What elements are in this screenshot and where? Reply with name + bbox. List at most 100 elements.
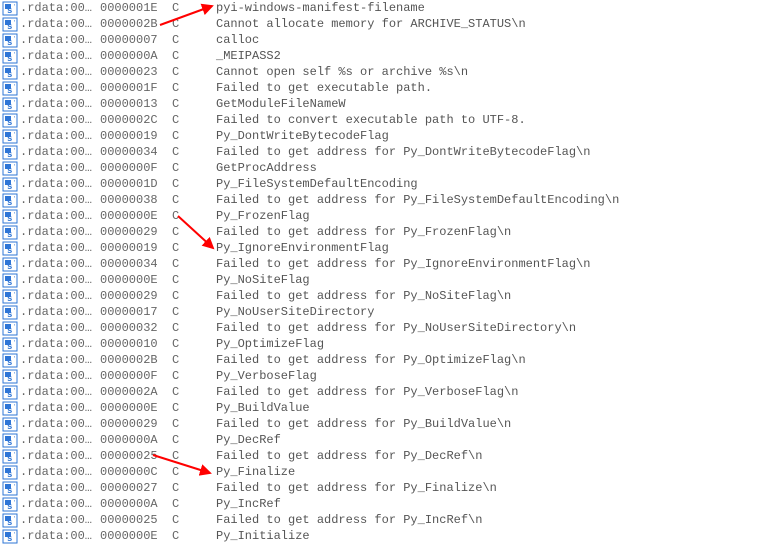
svg-text:': ' <box>13 372 16 378</box>
svg-text:': ' <box>13 484 16 490</box>
table-row[interactable]: s ' .rdata:00…00000013CGetModuleFileName… <box>0 96 784 112</box>
string-type-icon: s ' <box>0 1 20 16</box>
svg-text:': ' <box>13 324 16 330</box>
svg-text:': ' <box>13 68 16 74</box>
table-row[interactable]: s ' .rdata:00…00000038CFailed to get add… <box>0 192 784 208</box>
string-cell: Failed to get address for Py_NoSiteFlag\… <box>216 289 784 303</box>
section-cell: .rdata:00… <box>20 65 100 79</box>
table-row[interactable]: s ' .rdata:00…00000034CFailed to get add… <box>0 144 784 160</box>
table-row[interactable]: s ' .rdata:00…00000027CFailed to get add… <box>0 480 784 496</box>
length-cell: 00000017 <box>100 305 172 319</box>
string-type-icon: s ' <box>0 401 20 416</box>
table-row[interactable]: s ' .rdata:00…0000000CCPy_Finalize <box>0 464 784 480</box>
section-cell: .rdata:00… <box>20 257 100 271</box>
table-row[interactable]: s ' .rdata:00…0000000ECPy_FrozenFlag <box>0 208 784 224</box>
svg-text:': ' <box>13 148 16 154</box>
section-cell: .rdata:00… <box>20 1 100 15</box>
table-row[interactable]: s ' .rdata:00…0000001ECpyi-windows-manif… <box>0 0 784 16</box>
string-cell: Py_OptimizeFlag <box>216 337 784 351</box>
table-row[interactable]: s ' .rdata:00…00000007Ccalloc <box>0 32 784 48</box>
svg-text:s: s <box>7 438 12 448</box>
section-cell: .rdata:00… <box>20 337 100 351</box>
table-row[interactable]: s ' .rdata:00…0000000ECPy_Initialize <box>0 528 784 544</box>
section-cell: .rdata:00… <box>20 321 100 335</box>
length-cell: 0000000E <box>100 401 172 415</box>
table-row[interactable]: s ' .rdata:00…00000019CPy_DontWriteBytec… <box>0 128 784 144</box>
section-cell: .rdata:00… <box>20 49 100 63</box>
table-row[interactable]: s ' .rdata:00…00000029CFailed to get add… <box>0 224 784 240</box>
string-cell: Failed to get address for Py_NoUserSiteD… <box>216 321 784 335</box>
string-type-icon: s ' <box>0 273 20 288</box>
section-cell: .rdata:00… <box>20 449 100 463</box>
table-row[interactable]: s ' .rdata:00…00000023CCannot open self … <box>0 64 784 80</box>
type-cell: C <box>172 401 216 415</box>
svg-text:s: s <box>7 54 12 64</box>
table-row[interactable]: s ' .rdata:00…00000025CFailed to get add… <box>0 448 784 464</box>
table-row[interactable]: s ' .rdata:00…0000000FCGetProcAddress <box>0 160 784 176</box>
type-cell: C <box>172 417 216 431</box>
type-cell: C <box>172 177 216 191</box>
table-row[interactable]: s ' .rdata:00…0000001FCFailed to get exe… <box>0 80 784 96</box>
table-row[interactable]: s ' .rdata:00…0000000ACPy_IncRef <box>0 496 784 512</box>
table-row[interactable]: s ' .rdata:00…0000002BCCannot allocate m… <box>0 16 784 32</box>
length-cell: 00000019 <box>100 129 172 143</box>
table-row[interactable]: s ' .rdata:00…0000000AC_MEIPASS2 <box>0 48 784 64</box>
table-row[interactable]: s ' .rdata:00…00000032CFailed to get add… <box>0 320 784 336</box>
svg-text:s: s <box>7 86 12 96</box>
table-row[interactable]: s ' .rdata:00…0000000ECPy_NoSiteFlag <box>0 272 784 288</box>
svg-text:s: s <box>7 246 12 256</box>
section-cell: .rdata:00… <box>20 33 100 47</box>
section-cell: .rdata:00… <box>20 353 100 367</box>
string-type-icon: s ' <box>0 417 20 432</box>
string-cell: Failed to get address for Py_IncRef\n <box>216 513 784 527</box>
length-cell: 0000002C <box>100 113 172 127</box>
svg-text:s: s <box>7 70 12 80</box>
table-row[interactable]: s ' .rdata:00…00000029CFailed to get add… <box>0 416 784 432</box>
string-type-icon: s ' <box>0 225 20 240</box>
svg-text:s: s <box>7 118 12 128</box>
table-row[interactable]: s ' .rdata:00…0000000ACPy_DecRef <box>0 432 784 448</box>
table-row[interactable]: s ' .rdata:00…0000001DCPy_FileSystemDefa… <box>0 176 784 192</box>
table-row[interactable]: s ' .rdata:00…0000002CCFailed to convert… <box>0 112 784 128</box>
string-cell: Failed to get address for Py_Finalize\n <box>216 481 784 495</box>
svg-text:': ' <box>13 276 16 282</box>
svg-text:': ' <box>13 452 16 458</box>
table-row[interactable]: s ' .rdata:00…0000000FCPy_VerboseFlag <box>0 368 784 384</box>
type-cell: C <box>172 97 216 111</box>
type-cell: C <box>172 209 216 223</box>
svg-text:': ' <box>13 468 16 474</box>
svg-text:s: s <box>7 38 12 48</box>
section-cell: .rdata:00… <box>20 209 100 223</box>
string-cell: Failed to get address for Py_VerboseFlag… <box>216 385 784 399</box>
table-row[interactable]: s ' .rdata:00…0000000ECPy_BuildValue <box>0 400 784 416</box>
type-cell: C <box>172 257 216 271</box>
string-type-icon: s ' <box>0 337 20 352</box>
length-cell: 0000000E <box>100 273 172 287</box>
section-cell: .rdata:00… <box>20 129 100 143</box>
table-row[interactable]: s ' .rdata:00…00000029CFailed to get add… <box>0 288 784 304</box>
table-row[interactable]: s ' .rdata:00…0000002ACFailed to get add… <box>0 384 784 400</box>
table-row[interactable]: s ' .rdata:00…00000034CFailed to get add… <box>0 256 784 272</box>
table-row[interactable]: s ' .rdata:00…00000010CPy_OptimizeFlag <box>0 336 784 352</box>
string-cell: Py_Finalize <box>216 465 784 479</box>
svg-text:': ' <box>13 84 16 90</box>
string-cell: Failed to get address for Py_FrozenFlag\… <box>216 225 784 239</box>
svg-text:s: s <box>7 358 12 368</box>
string-cell: Cannot allocate memory for ARCHIVE_STATU… <box>216 17 784 31</box>
table-row[interactable]: s ' .rdata:00…00000019CPy_IgnoreEnvironm… <box>0 240 784 256</box>
string-type-icon: s ' <box>0 305 20 320</box>
svg-text:s: s <box>7 262 12 272</box>
type-cell: C <box>172 289 216 303</box>
svg-text:': ' <box>13 132 16 138</box>
section-cell: .rdata:00… <box>20 241 100 255</box>
table-row[interactable]: s ' .rdata:00…0000002BCFailed to get add… <box>0 352 784 368</box>
table-row[interactable]: s ' .rdata:00…00000017CPy_NoUserSiteDire… <box>0 304 784 320</box>
string-type-icon: s ' <box>0 113 20 128</box>
string-type-icon: s ' <box>0 465 20 480</box>
table-row[interactable]: s ' .rdata:00…00000025CFailed to get add… <box>0 512 784 528</box>
section-cell: .rdata:00… <box>20 385 100 399</box>
string-type-icon: s ' <box>0 529 20 544</box>
svg-text:': ' <box>13 420 16 426</box>
string-cell: Py_FileSystemDefaultEncoding <box>216 177 784 191</box>
section-cell: .rdata:00… <box>20 177 100 191</box>
